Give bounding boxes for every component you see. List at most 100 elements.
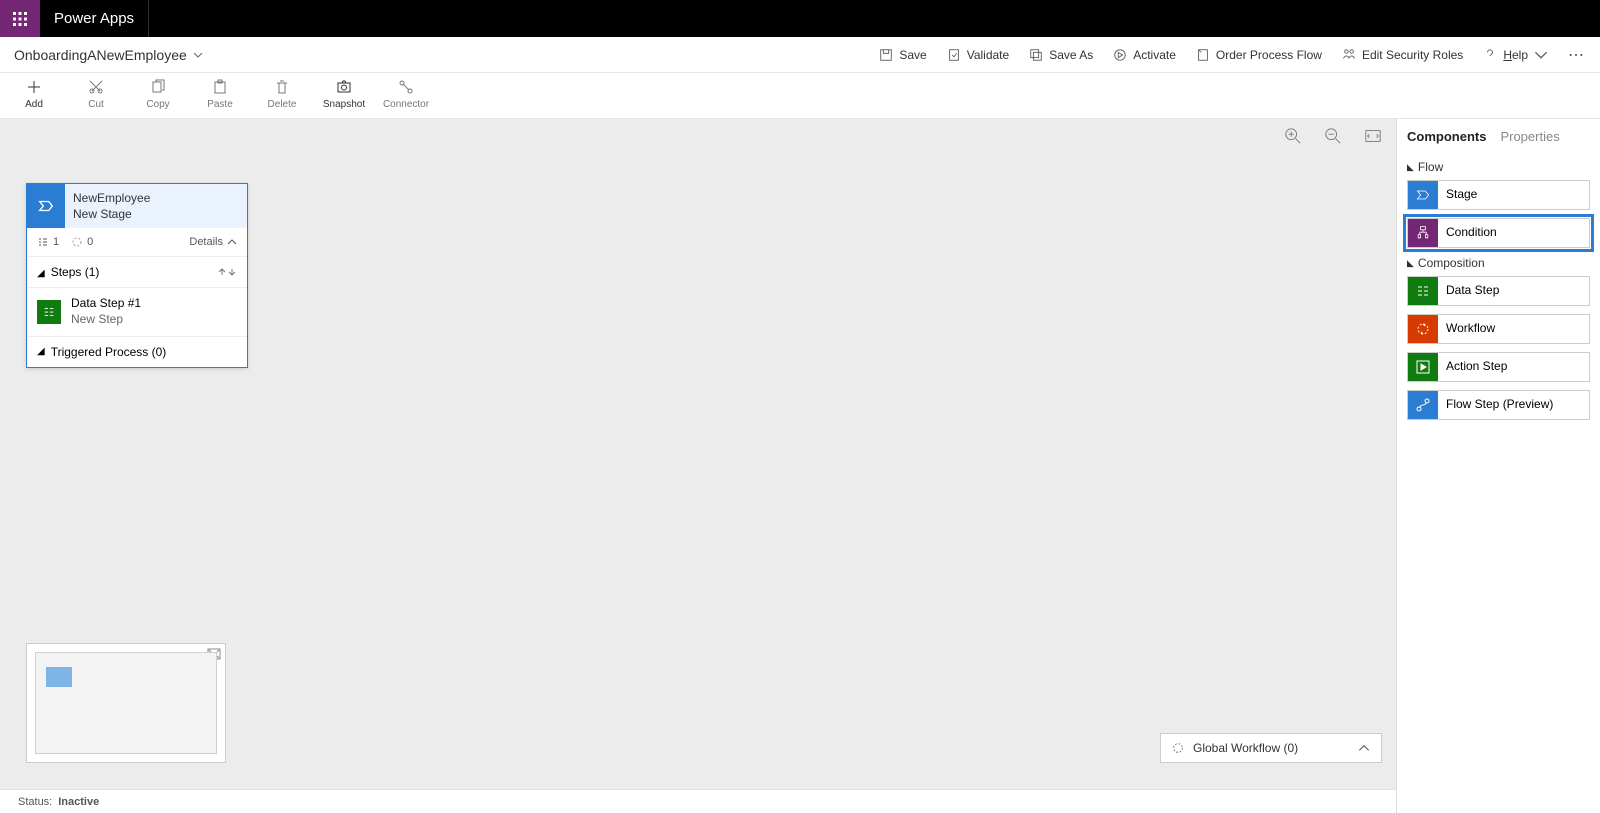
global-workflow-label: Global Workflow (0) <box>1193 741 1298 755</box>
waffle-icon <box>12 11 28 27</box>
section-composition[interactable]: Composition <box>1407 256 1590 270</box>
component-workflow[interactable]: Workflow <box>1407 314 1590 344</box>
paste-button[interactable]: Paste <box>198 79 242 110</box>
fit-screen-icon[interactable] <box>1364 127 1382 145</box>
validate-button[interactable]: Validate <box>947 48 1009 62</box>
help-icon <box>1483 48 1497 62</box>
data-step-icon <box>1408 277 1438 305</box>
workflow-icon <box>1408 315 1438 343</box>
app-brand[interactable]: Power Apps <box>40 0 149 37</box>
minimap-viewport[interactable] <box>35 652 217 754</box>
zoom-out-icon[interactable] <box>1324 127 1342 145</box>
app-header: Power Apps <box>0 0 1600 37</box>
save-button[interactable]: Save <box>879 48 926 62</box>
stage-subtitle: New Stage <box>73 206 150 222</box>
component-data-step[interactable]: Data Step <box>1407 276 1590 306</box>
snapshot-button[interactable]: Snapshot <box>322 79 366 110</box>
steps-section-header[interactable]: ◢ Steps (1) <box>27 257 247 288</box>
snapshot-label: Snapshot <box>323 99 365 110</box>
arrow-up-icon <box>217 267 227 277</box>
connector-icon <box>398 79 414 95</box>
arrow-down-icon <box>227 267 237 277</box>
app-launcher-button[interactable] <box>0 0 40 37</box>
delete-button[interactable]: Delete <box>260 79 304 110</box>
step-count: 1 <box>37 236 59 248</box>
command-bar-actions: Save Validate Save As Activate Order Pro… <box>879 45 1586 65</box>
component-action-step[interactable]: Action Step <box>1407 352 1590 382</box>
component-condition[interactable]: Condition <box>1407 218 1590 248</box>
delete-label: Delete <box>268 99 297 110</box>
triggered-process-header[interactable]: ◢ Triggered Process (0) <box>27 337 247 367</box>
save-as-button[interactable]: Save As <box>1029 48 1093 62</box>
activate-label: Activate <box>1133 48 1176 62</box>
data-step-icon <box>37 300 61 324</box>
step-title: Data Step #1 <box>71 296 141 312</box>
stage-name: NewEmployee <box>73 190 150 206</box>
connector-label: Connector <box>383 99 429 110</box>
main-area: NewEmployee New Stage 1 0 Details <box>0 119 1600 813</box>
order-icon <box>1196 48 1210 62</box>
save-as-icon <box>1029 48 1043 62</box>
stage-header[interactable]: NewEmployee New Stage <box>27 184 247 228</box>
flow-name-dropdown[interactable]: OnboardingANewEmployee <box>14 47 203 63</box>
minimap[interactable] <box>26 643 226 763</box>
global-workflow-bar[interactable]: Global Workflow (0) <box>1160 733 1382 763</box>
edit-toolbar: Add Cut Copy Paste Delete Snapshot Conne… <box>0 73 1600 119</box>
component-action-step-label: Action Step <box>1438 360 1515 374</box>
chevron-up-icon <box>227 237 237 247</box>
canvas-zoom-controls <box>1284 127 1382 145</box>
minimap-node <box>46 667 72 687</box>
security-label: Edit Security Roles <box>1362 48 1463 62</box>
component-stage-label: Stage <box>1438 188 1485 202</box>
chevron-up-icon[interactable] <box>1357 741 1371 755</box>
more-actions-button[interactable]: ⋯ <box>1568 45 1586 65</box>
validate-icon <box>947 48 961 62</box>
triangle-icon: ◢ <box>37 268 45 279</box>
component-data-step-label: Data Step <box>1438 284 1507 298</box>
condition-icon <box>1408 219 1438 247</box>
save-label: Save <box>899 48 926 62</box>
status-value: Inactive <box>58 796 99 808</box>
paste-label: Paste <box>207 99 233 110</box>
cut-button[interactable]: Cut <box>74 79 118 110</box>
flow-step-icon <box>1408 391 1438 419</box>
help-label: Help <box>1503 48 1528 62</box>
step-subtitle: New Step <box>71 312 141 328</box>
delete-icon <box>274 79 290 95</box>
stage-card[interactable]: NewEmployee New Stage 1 0 Details <box>26 183 248 368</box>
tab-components[interactable]: Components <box>1407 129 1486 148</box>
activate-button[interactable]: Activate <box>1113 48 1176 62</box>
component-flow-step[interactable]: Flow Step (Preview) <box>1407 390 1590 420</box>
add-button[interactable]: Add <box>12 79 56 110</box>
right-panel: Components Properties Flow Stage Conditi… <box>1396 119 1600 813</box>
connector-button[interactable]: Connector <box>384 79 428 110</box>
details-toggle[interactable]: Details <box>189 236 237 248</box>
panel-tabs: Components Properties <box>1407 129 1590 148</box>
edit-security-button[interactable]: Edit Security Roles <box>1342 48 1463 62</box>
section-flow[interactable]: Flow <box>1407 160 1590 174</box>
cycle-icon <box>1171 741 1185 755</box>
help-button[interactable]: Help <box>1483 48 1548 62</box>
steps-label: Steps (1) <box>51 265 100 279</box>
chevron-down-icon <box>1534 48 1548 62</box>
stage-meta-row: 1 0 Details <box>27 228 247 257</box>
activate-icon <box>1113 48 1127 62</box>
copy-icon <box>150 79 166 95</box>
reorder-controls[interactable] <box>217 267 237 277</box>
step-item[interactable]: Data Step #1 New Step <box>27 288 247 336</box>
cut-icon <box>88 79 104 95</box>
tab-properties[interactable]: Properties <box>1500 129 1559 148</box>
action-step-icon <box>1408 353 1438 381</box>
camera-icon <box>336 79 352 95</box>
plus-icon <box>26 79 42 95</box>
canvas[interactable]: NewEmployee New Stage 1 0 Details <box>0 119 1396 813</box>
zoom-in-icon[interactable] <box>1284 127 1302 145</box>
component-stage[interactable]: Stage <box>1407 180 1590 210</box>
stage-title-block: NewEmployee New Stage <box>65 184 158 228</box>
add-label: Add <box>25 99 43 110</box>
copy-button[interactable]: Copy <box>136 79 180 110</box>
status-label: Status: <box>18 796 52 808</box>
stage-icon <box>27 184 65 228</box>
order-process-flow-button[interactable]: Order Process Flow <box>1196 48 1322 62</box>
status-bar: Status: Inactive <box>0 789 1396 813</box>
